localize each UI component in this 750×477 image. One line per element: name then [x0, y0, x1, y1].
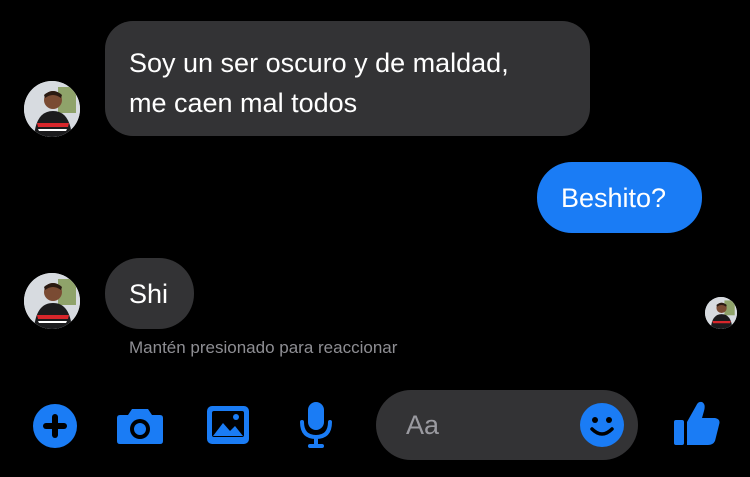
message-input[interactable]: Aa [376, 390, 638, 460]
image-icon[interactable] [206, 405, 250, 445]
sender-avatar[interactable] [24, 273, 80, 329]
sender-avatar[interactable] [24, 81, 80, 137]
outgoing-message-bubble[interactable]: Beshito? [537, 162, 702, 233]
reaction-hint: Mantén presionado para reaccionar [129, 338, 398, 357]
plus-circle-icon[interactable] [31, 402, 79, 450]
person-avatar-icon [24, 81, 80, 137]
person-avatar-icon [24, 273, 80, 329]
microphone-icon[interactable] [298, 401, 334, 449]
incoming-message-bubble[interactable]: Shi [105, 258, 194, 329]
emoji-icon[interactable] [579, 402, 625, 448]
camera-icon[interactable] [115, 406, 165, 446]
thumbs-up-icon[interactable] [672, 398, 722, 448]
message-line: me caen mal todos [129, 88, 358, 118]
message-text: Beshito? [561, 183, 667, 213]
incoming-message-bubble[interactable]: Soy un ser oscuro y de maldad, me caen m… [105, 21, 590, 136]
message-line: Soy un ser oscuro y de maldad, [129, 48, 509, 78]
person-avatar-icon [705, 297, 737, 329]
message-input-placeholder: Aa [406, 410, 440, 440]
message-text: Shi [129, 279, 169, 309]
read-receipt-avatar [705, 297, 737, 329]
